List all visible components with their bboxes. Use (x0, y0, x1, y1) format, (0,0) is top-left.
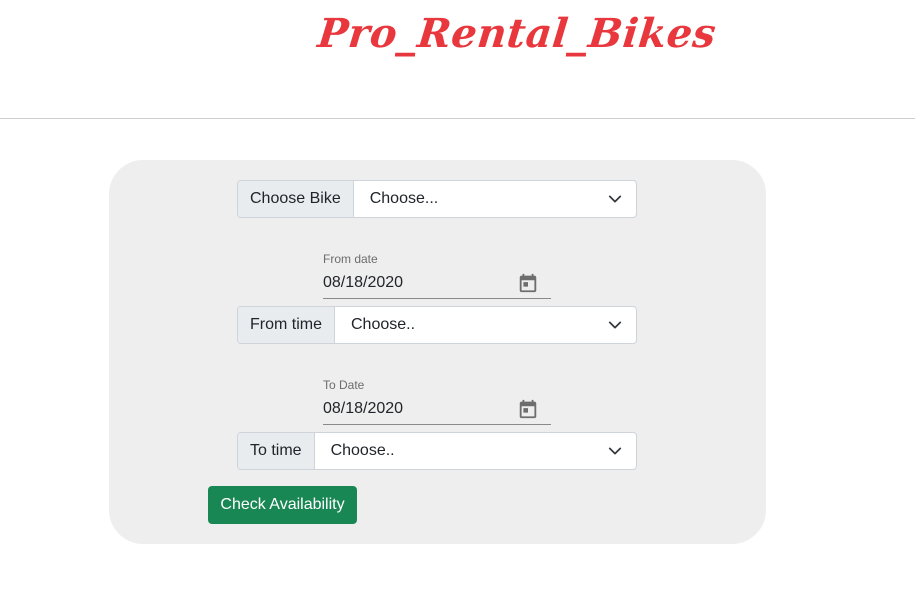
chevron-down-icon (608, 447, 622, 455)
bike-select-value: Choose... (369, 190, 439, 207)
from-time-label: From time (238, 307, 335, 343)
check-availability-button[interactable]: Check Availability (208, 486, 357, 524)
bike-select[interactable]: Choose... (354, 181, 636, 217)
to-time-label: To time (238, 433, 315, 469)
to-date-input[interactable]: 08/18/2020 (323, 394, 551, 425)
to-time-select[interactable]: Choose.. (315, 433, 636, 469)
to-date-label: To Date (323, 378, 365, 392)
bike-label: Choose Bike (238, 181, 354, 217)
from-time-select-value: Choose.. (351, 316, 416, 333)
to-date-field[interactable]: To Date 08/18/2020 (323, 378, 551, 425)
calendar-icon[interactable] (517, 398, 539, 420)
to-date-value: 08/18/2020 (323, 400, 404, 417)
calendar-icon[interactable] (517, 272, 539, 294)
to-time-select-value: Choose.. (330, 442, 395, 459)
to-time-input-group: To time Choose.. (237, 432, 637, 470)
from-date-input[interactable]: 08/18/2020 (323, 268, 551, 299)
from-time-select[interactable]: Choose.. (335, 307, 636, 343)
page: Pro_Rental_Bikes Choose Bike Choose... F… (0, 0, 915, 612)
from-date-label: From date (323, 252, 378, 266)
from-date-value: 08/18/2020 (323, 274, 404, 291)
from-date-field[interactable]: From date 08/18/2020 (323, 252, 551, 299)
header-divider (0, 118, 915, 119)
from-time-input-group: From time Choose.. (237, 306, 637, 344)
chevron-down-icon (608, 195, 622, 203)
brand-logo[interactable]: Pro_Rental_Bikes (316, 10, 719, 57)
bike-input-group: Choose Bike Choose... (237, 180, 637, 218)
chevron-down-icon (608, 321, 622, 329)
